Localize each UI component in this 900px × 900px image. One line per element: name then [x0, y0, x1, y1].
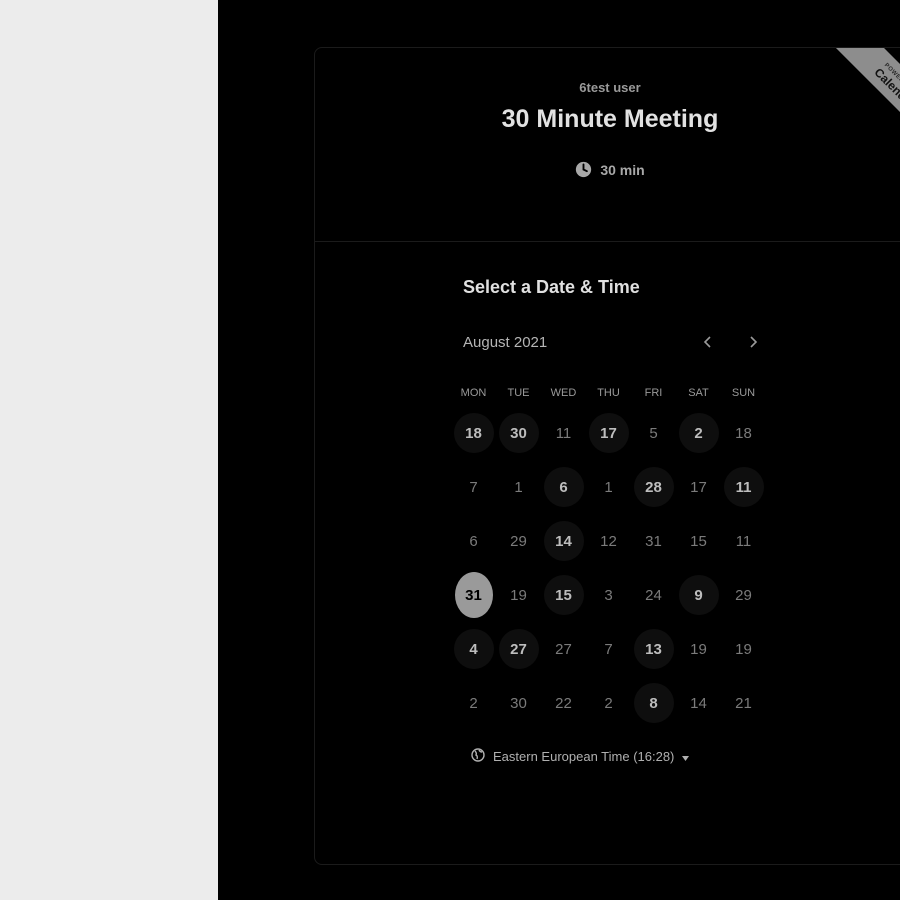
calendar-day[interactable]: 14 [543, 521, 584, 561]
calendar-day: 6 [469, 532, 478, 550]
calendar-week-3: 6 29 14 12 31 15 11 [451, 514, 766, 568]
chevron-left-icon [703, 333, 713, 354]
weekday-sun: SUN [731, 387, 756, 399]
calendar-day[interactable]: 9 [678, 575, 719, 615]
weekday-sat: SAT [688, 387, 709, 399]
weekday-thu: THU [597, 387, 620, 399]
month-label: August 2021 [463, 334, 548, 351]
calendar-day: 15 [690, 532, 707, 550]
calendar-day: 21 [735, 694, 752, 712]
clock-icon [575, 161, 592, 178]
powered-by-badge[interactable]: POWERED BY Calendly [823, 48, 900, 158]
calendar-day[interactable]: 11 [723, 467, 764, 507]
prev-month-button[interactable] [696, 331, 720, 355]
calendar-week-5: 4 27 27 7 13 19 19 [451, 622, 766, 676]
calendar-day[interactable]: 6 [543, 467, 584, 507]
left-pane [0, 0, 218, 900]
calendar-day: 19 [735, 640, 752, 658]
calendar-day: 19 [510, 586, 527, 604]
weekday-fri: FRI [644, 387, 663, 399]
calendar-day: 3 [604, 586, 613, 604]
calendar-day[interactable]: 4 [453, 629, 494, 669]
calendar-week-6: 2 30 22 2 8 14 21 [451, 676, 766, 730]
calendar-day: 2 [604, 694, 613, 712]
next-month-button[interactable] [741, 331, 765, 355]
calendar-day: 1 [604, 478, 613, 496]
chevron-right-icon [748, 333, 758, 354]
calendar-day: 1 [514, 478, 523, 496]
calendar-day: 19 [690, 640, 707, 658]
booking-card: 6test user 30 Minute Meeting 30 min Sele… [314, 47, 900, 865]
calendar-day: 22 [555, 694, 572, 712]
event-title: 30 Minute Meeting [501, 105, 719, 133]
duration-text: 30 min [600, 161, 645, 178]
calendar-day: 31 [645, 532, 662, 550]
calendar-day[interactable]: 27 [498, 629, 539, 669]
calendar-day: 2 [469, 694, 478, 712]
calendar-day-selected[interactable]: 31 [454, 572, 493, 618]
weekday-tue: TUE [507, 387, 530, 399]
calendar-week-1: 18 30 11 17 5 2 18 [451, 406, 766, 460]
calendar-day[interactable]: 13 [633, 629, 674, 669]
weekday-mon: MON [460, 387, 487, 399]
section-title: Select a Date & Time [463, 277, 640, 297]
calendar-day: 11 [735, 532, 752, 550]
calendar-day: 29 [735, 586, 752, 604]
timezone-label: Eastern European Time (16:28) [493, 749, 675, 764]
calendar-week-2: 7 1 6 1 28 17 11 [451, 460, 766, 514]
calendar-day: 12 [600, 532, 617, 550]
calendar-day: 5 [649, 424, 658, 442]
calendar-day: 7 [469, 478, 478, 496]
calendly-ribbon[interactable]: POWERED BY Calendly [835, 48, 900, 147]
event-header [315, 48, 900, 242]
calendar-day[interactable]: 18 [453, 413, 494, 453]
host-name: 6test user [579, 80, 641, 95]
calendar-day[interactable]: 2 [678, 413, 719, 453]
calendar-day: 29 [510, 532, 527, 550]
calendar-day: 30 [510, 694, 527, 712]
calendar-day: 24 [645, 586, 662, 604]
weekday-header: MON TUE WED THU FRI SAT SUN [451, 387, 766, 399]
duration-label: 30 min [315, 161, 900, 178]
calendar-day: 7 [604, 640, 613, 658]
calendar-day[interactable]: 17 [588, 413, 629, 453]
calendar-day[interactable]: 15 [543, 575, 584, 615]
calendar-day: 11 [555, 424, 572, 442]
calendar-day: 14 [690, 694, 707, 712]
calendar-day[interactable]: 8 [633, 683, 674, 723]
calendar-day: 18 [735, 424, 752, 442]
calendar-day: 17 [690, 478, 707, 496]
caret-down-icon [682, 749, 690, 764]
weekday-wed: WED [550, 387, 577, 399]
globe-icon [471, 748, 485, 765]
calendar-day: 27 [555, 640, 572, 658]
calendar-grid: 18 30 11 17 5 2 18 7 1 6 1 28 17 11 6 29… [451, 406, 766, 730]
calendar-week-4: 31 19 15 3 24 9 29 [451, 568, 766, 622]
calendar-day[interactable]: 28 [633, 467, 674, 507]
timezone-selector[interactable]: Eastern European Time (16:28) [471, 748, 690, 765]
calendar-day[interactable]: 30 [498, 413, 539, 453]
